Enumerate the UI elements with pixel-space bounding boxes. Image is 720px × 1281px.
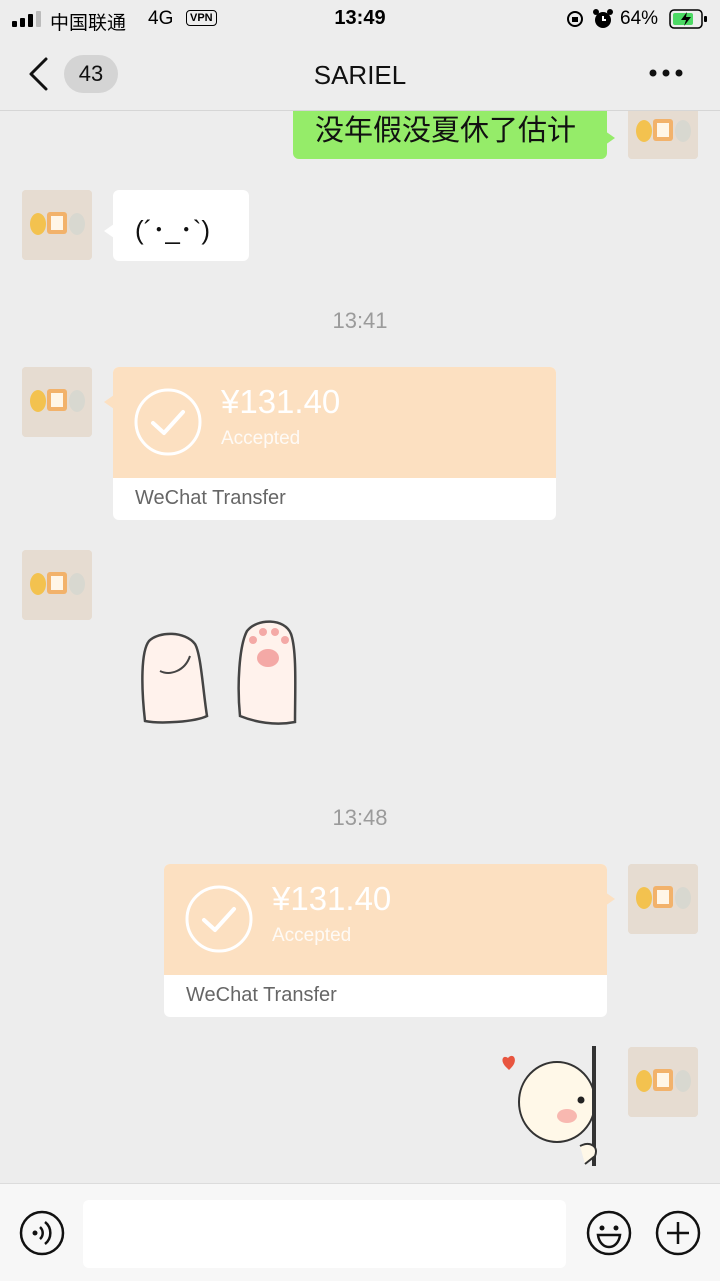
status-bar: 中国联通 4G VPN 13:49 64%	[0, 0, 720, 40]
cartoon-avatar-icon	[628, 1047, 698, 1117]
message-text: (´･_･`)	[135, 215, 211, 245]
battery-icon	[669, 9, 707, 29]
contact-avatar[interactable]	[22, 190, 92, 260]
transfer-card[interactable]: ¥131.40 Accepted WeChat Transfer	[113, 367, 556, 520]
message-timestamp: 13:48	[332, 805, 388, 830]
cartoon-avatar-icon	[628, 864, 698, 934]
cartoon-avatar-icon	[628, 111, 698, 159]
received-text-bubble[interactable]: (´･_･`)	[113, 190, 249, 261]
transfer-card[interactable]: ¥131.40 Accepted WeChat Transfer	[164, 864, 607, 1017]
rotation-lock-icon	[567, 11, 583, 27]
more-options-icon[interactable]	[648, 68, 684, 78]
contact-avatar[interactable]	[22, 367, 92, 437]
alarm-icon	[593, 9, 613, 28]
battery-percentage: 64%	[620, 8, 659, 29]
input-bar	[0, 1183, 720, 1281]
message-timestamp: 13:41	[332, 308, 388, 333]
cartoon-avatar-icon	[22, 367, 92, 437]
transfer-amount: ¥131.40	[272, 880, 392, 917]
transfer-footer-label: WeChat Transfer	[135, 487, 286, 509]
message-input[interactable]	[83, 1200, 566, 1268]
transfer-status: Accepted	[221, 428, 301, 449]
cartoon-avatar-icon	[22, 550, 92, 620]
nav-bar: 43 SARIEL	[0, 40, 720, 111]
my-avatar[interactable]	[628, 1047, 698, 1117]
message-list[interactable]: 没年假没夏休了估计 (´･_･`) 13:41 ¥131.40 Accepted…	[0, 111, 720, 1183]
accepted-check-icon	[134, 388, 202, 456]
emoji-icon[interactable]	[584, 1209, 634, 1259]
transfer-amount: ¥131.40	[221, 383, 341, 420]
paws-sticker-icon[interactable]	[135, 616, 305, 731]
sent-text-bubble[interactable]: 没年假没夏休了估计	[293, 111, 607, 159]
my-avatar[interactable]	[628, 864, 698, 934]
bubble-tail	[605, 892, 615, 906]
chat-title: SARIEL	[313, 60, 407, 90]
add-more-icon[interactable]	[653, 1209, 703, 1259]
my-avatar[interactable]	[628, 111, 698, 159]
bubble-tail	[605, 131, 615, 145]
voice-input-icon[interactable]	[18, 1209, 66, 1257]
transfer-footer-label: WeChat Transfer	[186, 984, 337, 1006]
peeking-heart-sticker-icon[interactable]	[495, 1046, 605, 1166]
contact-avatar[interactable]	[22, 550, 92, 620]
cartoon-avatar-icon	[22, 190, 92, 260]
message-text: 没年假没夏休了估计	[315, 115, 577, 147]
accepted-check-icon	[185, 885, 253, 953]
transfer-status: Accepted	[272, 925, 352, 946]
